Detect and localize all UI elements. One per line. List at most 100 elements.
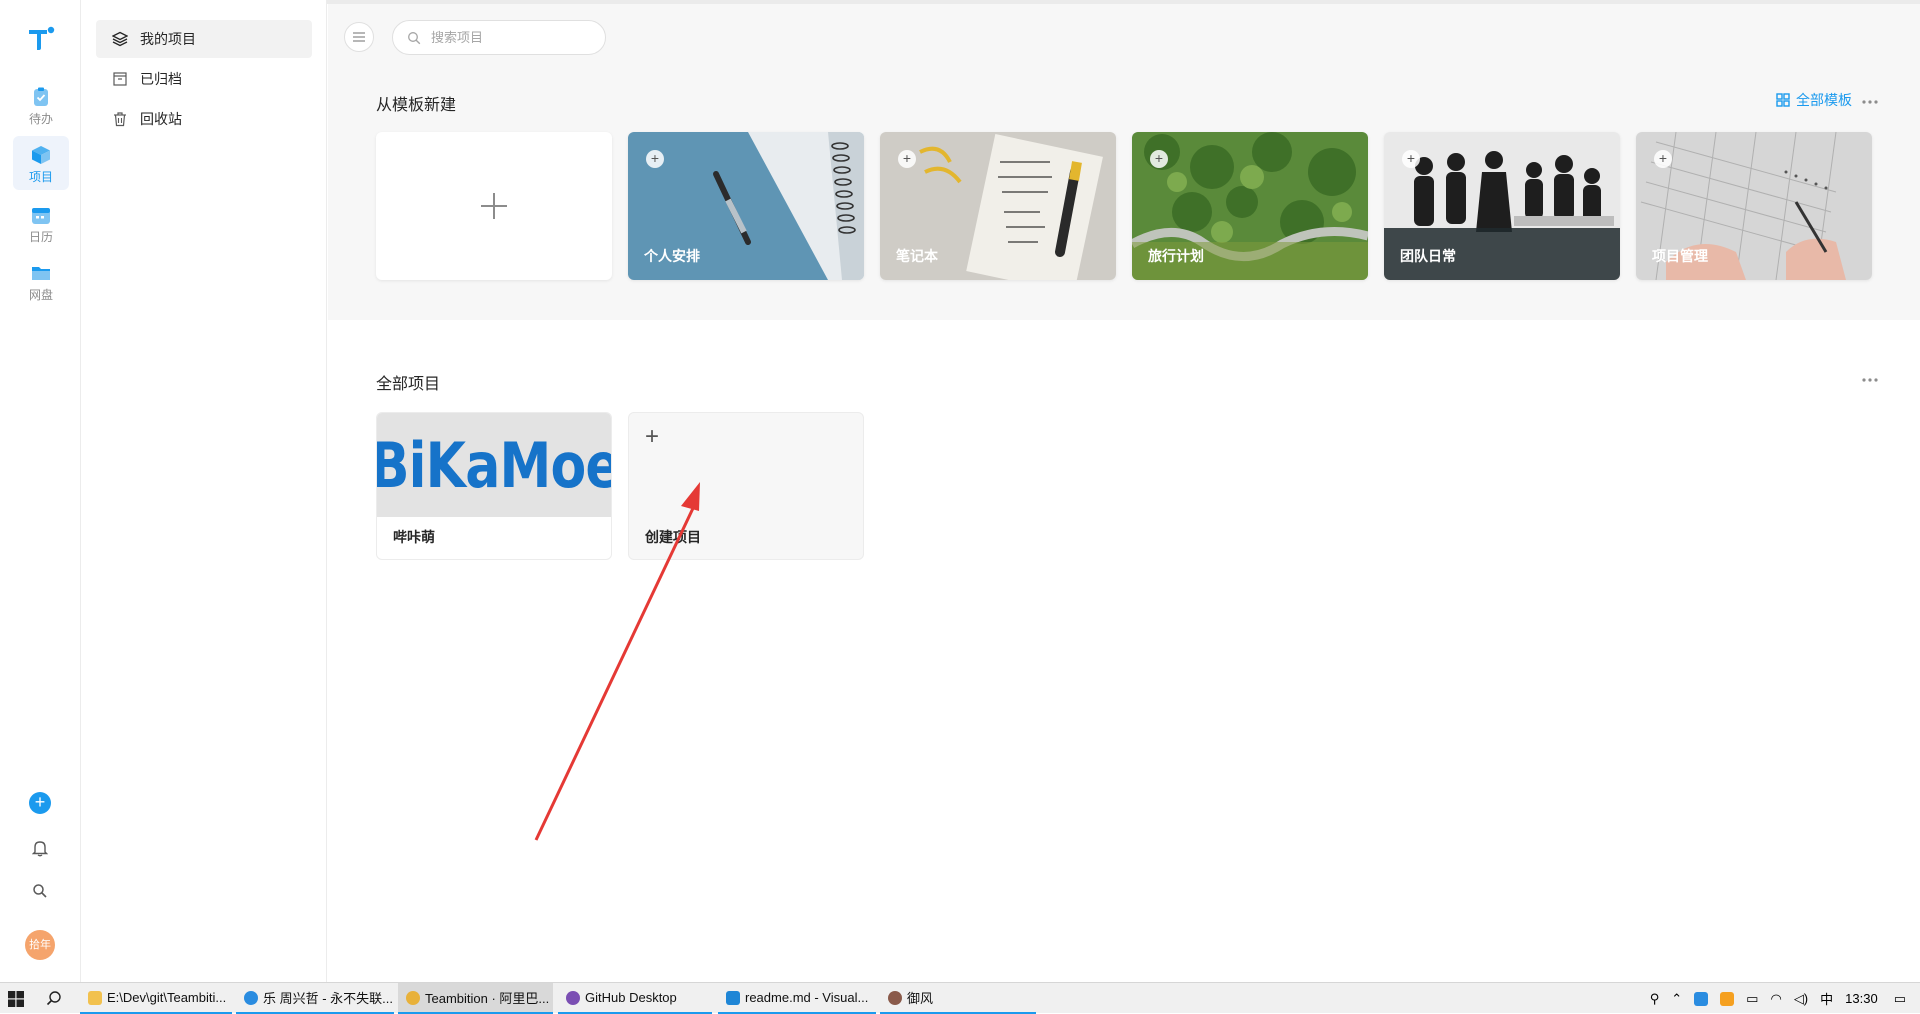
template-name: 项目管理	[1652, 248, 1708, 264]
template-name: 旅行计划	[1148, 248, 1204, 264]
taskbar-app-chrome[interactable]: Teambition · 阿里巴...	[398, 983, 553, 1014]
tray-app-icon[interactable]	[1720, 991, 1735, 1006]
left-rail: 待办 项目 日历 网盘 + 拾年	[0, 0, 81, 982]
taskbar-app-label: GitHub Desktop	[585, 990, 677, 1005]
template-name: 笔记本	[896, 248, 938, 264]
collapse-menu-button[interactable]	[344, 22, 374, 52]
quick-add-button[interactable]: +	[27, 790, 53, 816]
template-name: 团队日常	[1400, 248, 1456, 264]
plus-icon	[481, 193, 507, 219]
windows-start-icon[interactable]	[8, 991, 24, 1007]
input-method-indicator[interactable]: 中	[1820, 989, 1833, 1008]
todo-icon	[34, 87, 48, 106]
project-cover-logo: BiKaMoe	[376, 428, 612, 502]
projects-more-button[interactable]	[1858, 370, 1882, 390]
project-card-bikamoe[interactable]: BiKaMoe 哔咔萌	[376, 412, 612, 560]
rail-item-drive[interactable]: 网盘	[13, 254, 69, 308]
rail-item-label: 网盘	[28, 288, 53, 302]
archive-icon	[113, 72, 127, 86]
all-templates-label: 全部模板	[1796, 92, 1852, 108]
template-card-project-mgmt[interactable]: + 项目管理	[1636, 132, 1872, 280]
search-icon	[33, 884, 47, 898]
subnav-item-trash[interactable]: 回收站	[96, 100, 312, 138]
template-name: 个人安排	[644, 248, 700, 264]
project-search[interactable]	[392, 20, 606, 55]
taskbar-app-yufeng[interactable]: 御风	[880, 983, 1036, 1014]
taskbar-app-label: readme.md - Visual...	[745, 990, 869, 1005]
action-center-icon[interactable]: ▭	[1894, 991, 1906, 1007]
global-search-button[interactable]	[27, 878, 53, 904]
vscode-icon	[726, 990, 740, 1005]
rail-item-calendar[interactable]: 日历	[13, 196, 69, 250]
create-project-label: 创建项目	[645, 529, 701, 545]
main-content: 从模板新建 全部模板	[328, 4, 1920, 982]
bell-icon	[32, 841, 48, 857]
folder-icon	[88, 990, 102, 1005]
add-template-icon: +	[1402, 150, 1420, 168]
chrome-icon	[406, 990, 420, 1005]
grid-icon	[1776, 93, 1790, 107]
taskbar-app-label: 御风	[907, 991, 934, 1006]
subnav-item-label: 已归档	[140, 71, 182, 87]
wifi-icon[interactable]: ◠	[1770, 991, 1781, 1007]
rail-item-project[interactable]: 项目	[13, 136, 69, 190]
search-input[interactable]	[431, 30, 581, 45]
template-more-button[interactable]	[1858, 92, 1882, 112]
clock[interactable]: 13:30	[1845, 991, 1878, 1006]
taskbar-search-icon[interactable]	[46, 990, 62, 1006]
subnav-item-my-projects[interactable]: 我的项目	[96, 20, 312, 58]
template-card-travel[interactable]: + 旅行计划	[1132, 132, 1368, 280]
chevron-up-icon[interactable]: ⌃	[1671, 991, 1682, 1007]
template-card-team[interactable]: + 团队日常	[1384, 132, 1620, 280]
add-template-icon: +	[646, 150, 664, 168]
calendar-icon	[32, 208, 50, 224]
windows-taskbar: E:\Dev\git\Teambiti... 乐 周兴哲 - 永不失联... T…	[0, 982, 1920, 1014]
project-subnav: 我的项目 已归档 回收站	[81, 0, 327, 982]
drive-icon	[32, 267, 50, 280]
taskbar-app-music[interactable]: 乐 周兴哲 - 永不失联...	[236, 983, 394, 1014]
create-project-card[interactable]: + 创建项目	[628, 412, 864, 560]
subnav-item-archived[interactable]: 已归档	[96, 60, 312, 98]
more-dots-icon	[1862, 378, 1878, 382]
project-name: 哔咔萌	[393, 529, 435, 545]
tray-app-icon[interactable]	[1694, 991, 1709, 1006]
hamburger-icon	[353, 32, 365, 42]
template-card-notebook[interactable]: + 笔记本	[880, 132, 1116, 280]
music-player-icon	[244, 990, 258, 1005]
app-avatar-icon	[888, 990, 902, 1005]
people-icon[interactable]: ⚲	[1650, 991, 1660, 1007]
avatar[interactable]: 拾年	[25, 930, 55, 960]
all-templates-link[interactable]: 全部模板	[1776, 90, 1852, 110]
taskbar-app-label: 乐 周兴哲 - 永不失联...	[263, 991, 394, 1006]
notifications-button[interactable]	[27, 835, 53, 861]
teambition-app: 待办 项目 日历 网盘 + 拾年 我的项目 已归档 回收站 搜索项目 从模板新建…	[0, 0, 1920, 982]
plus-icon: +	[645, 423, 660, 450]
add-template-icon: +	[898, 150, 916, 168]
rail-item-label: 项目	[28, 170, 53, 184]
project-list: BiKaMoe 哔咔萌 + 创建项目	[376, 412, 864, 560]
taskbar-app-github-desktop[interactable]: GitHub Desktop	[558, 983, 712, 1014]
template-cards: + 个人安排 + 笔记本 + 旅行计划 + 团队日常 + 项目管理	[376, 132, 1872, 280]
search-icon	[408, 31, 421, 44]
template-section-title: 从模板新建	[376, 97, 457, 114]
add-template-icon: +	[1654, 150, 1672, 168]
battery-icon[interactable]: ▭	[1746, 991, 1758, 1007]
github-desktop-icon	[566, 990, 580, 1005]
rail-item-todo[interactable]: 待办	[13, 78, 69, 132]
teambition-logo-icon[interactable]	[27, 24, 55, 52]
blank-project-card[interactable]	[376, 132, 612, 280]
subnav-item-label: 回收站	[140, 111, 182, 127]
more-dots-icon	[1862, 100, 1878, 104]
template-card-personal[interactable]: + 个人安排	[628, 132, 864, 280]
volume-icon[interactable]: ◁)	[1794, 991, 1808, 1007]
rail-item-label: 待办	[28, 112, 53, 126]
rail-item-label: 日历	[28, 230, 53, 244]
taskbar-app-label: Teambition · 阿里巴...	[425, 991, 550, 1006]
project-cover: BiKaMoe	[376, 413, 612, 517]
all-projects-title: 全部项目	[376, 376, 441, 393]
taskbar-app-vscode[interactable]: readme.md - Visual...	[718, 983, 876, 1014]
trash-icon	[114, 112, 126, 127]
taskbar-app-label: E:\Dev\git\Teambiti...	[107, 990, 227, 1005]
taskbar-app-explorer[interactable]: E:\Dev\git\Teambiti...	[80, 983, 232, 1014]
add-template-icon: +	[1150, 150, 1168, 168]
